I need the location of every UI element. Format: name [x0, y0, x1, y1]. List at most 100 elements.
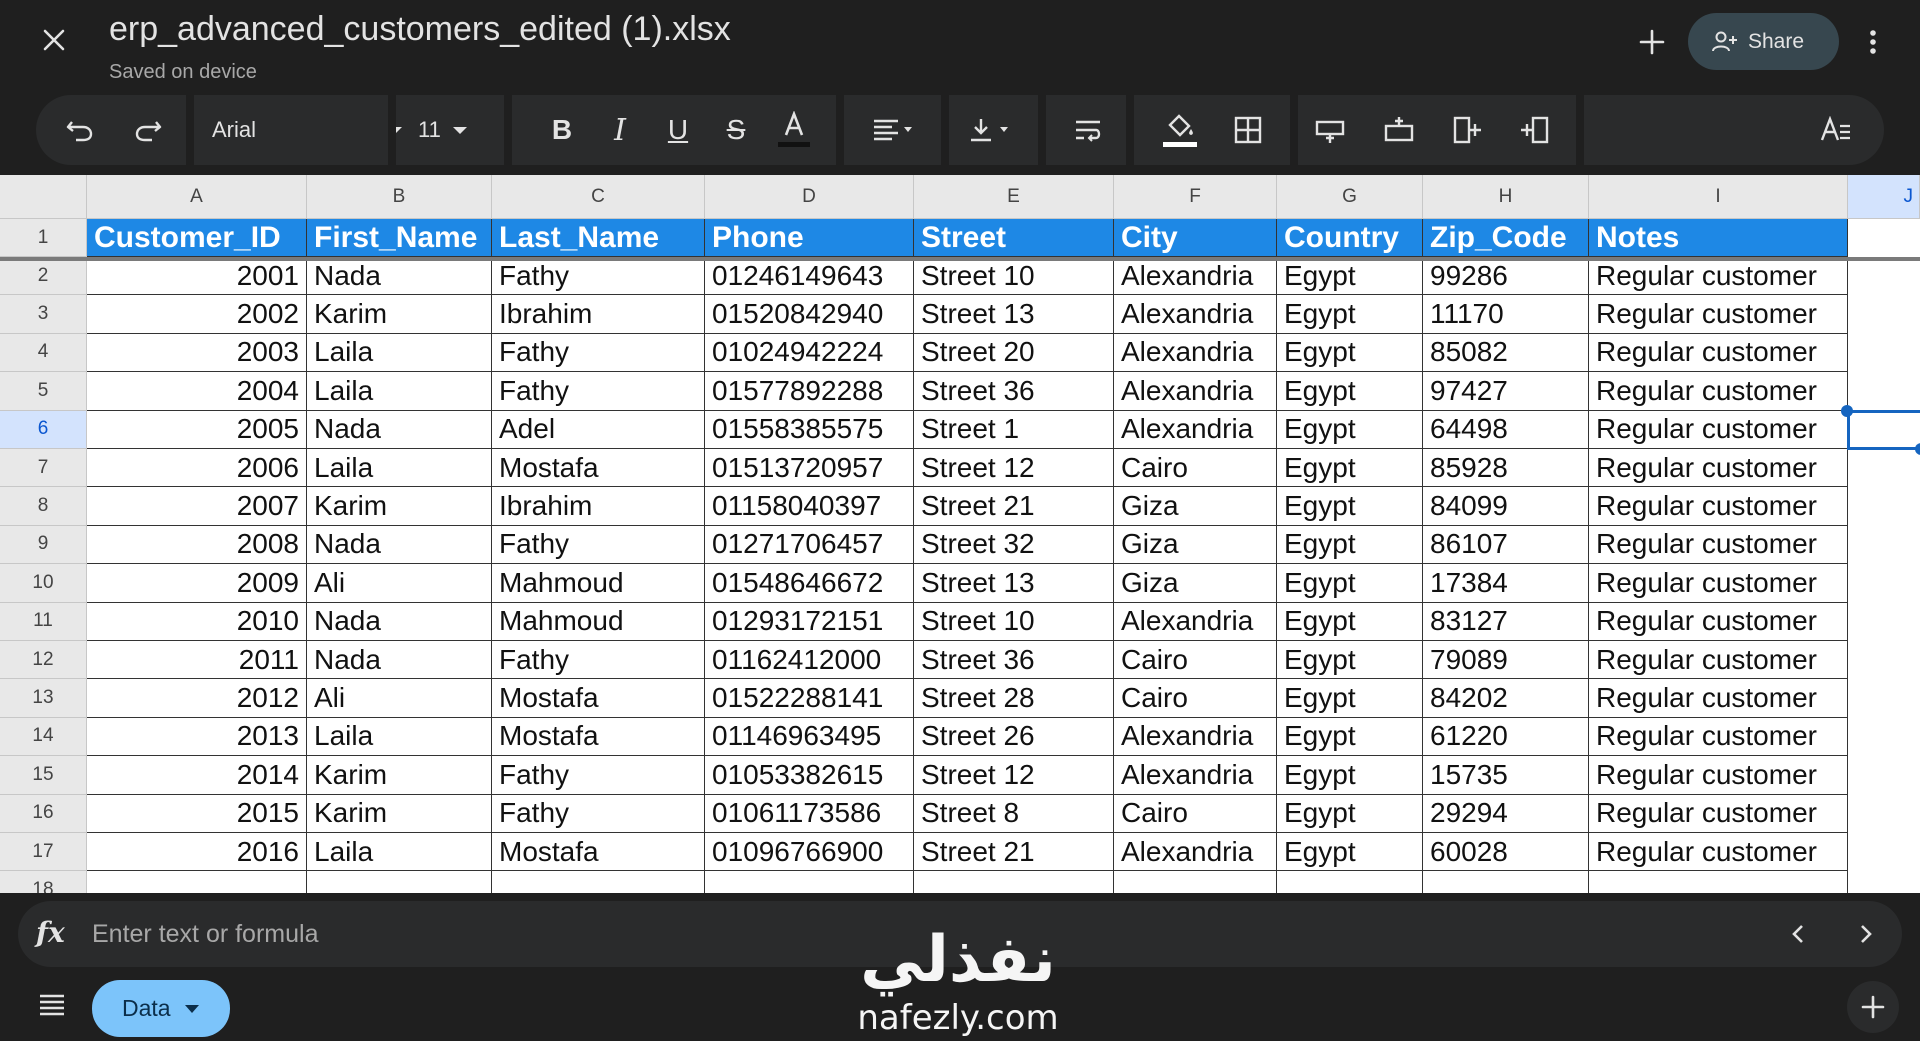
- table-cell[interactable]: Regular customer: [1589, 295, 1848, 334]
- table-cell[interactable]: Laila: [307, 449, 492, 488]
- table-cell[interactable]: Regular customer: [1589, 564, 1848, 603]
- table-cell[interactable]: [914, 871, 1114, 893]
- table-cell[interactable]: Giza: [1114, 525, 1277, 565]
- table-cell[interactable]: 01053382615: [705, 756, 914, 795]
- table-cell[interactable]: Alexandria: [1114, 333, 1277, 373]
- text-wrap-button[interactable]: [1062, 105, 1114, 155]
- table-cell[interactable]: Mostafa: [492, 679, 705, 718]
- table-cell[interactable]: 01522288141: [705, 679, 914, 718]
- table-cell[interactable]: Alexandria: [1114, 717, 1277, 757]
- table-cell[interactable]: Nada: [307, 525, 492, 565]
- table-cell[interactable]: Regular customer: [1589, 525, 1848, 565]
- row-header[interactable]: 11: [0, 602, 87, 641]
- underline-button[interactable]: U: [652, 105, 704, 155]
- table-cell[interactable]: Ibrahim: [492, 487, 705, 526]
- next-button[interactable]: [1848, 916, 1884, 952]
- table-cell[interactable]: Fathy: [492, 756, 705, 795]
- table-cell[interactable]: Egypt: [1277, 333, 1423, 373]
- column-header[interactable]: D: [705, 175, 914, 219]
- table-cell[interactable]: Egypt: [1277, 641, 1423, 680]
- table-cell[interactable]: Fathy: [492, 372, 705, 411]
- table-cell[interactable]: Karim: [307, 794, 492, 833]
- row-header[interactable]: 8: [0, 487, 87, 526]
- table-cell[interactable]: Ali: [307, 564, 492, 603]
- row-header[interactable]: 18: [0, 871, 87, 893]
- table-cell[interactable]: Alexandria: [1114, 833, 1277, 872]
- column-header[interactable]: F: [1114, 175, 1277, 219]
- table-cell[interactable]: Laila: [307, 333, 492, 373]
- table-cell[interactable]: 2005: [87, 410, 307, 449]
- table-cell[interactable]: Karim: [307, 756, 492, 795]
- text-color-button[interactable]: [768, 105, 820, 155]
- table-cell[interactable]: [492, 871, 705, 893]
- table-cell[interactable]: 29294: [1423, 794, 1589, 833]
- table-cell[interactable]: 60028: [1423, 833, 1589, 872]
- column-header[interactable]: G: [1277, 175, 1423, 219]
- table-cell[interactable]: [1114, 871, 1277, 893]
- row-header[interactable]: 6: [0, 410, 87, 449]
- table-cell[interactable]: 97427: [1423, 372, 1589, 411]
- table-cell[interactable]: Nada: [307, 641, 492, 680]
- table-cell[interactable]: Fathy: [492, 525, 705, 565]
- table-cell[interactable]: [705, 871, 914, 893]
- row-header[interactable]: 16: [0, 794, 87, 833]
- table-cell[interactable]: Street 1: [914, 410, 1114, 449]
- column-header[interactable]: E: [914, 175, 1114, 219]
- table-cell[interactable]: 01513720957: [705, 449, 914, 488]
- table-cell[interactable]: Street 13: [914, 564, 1114, 603]
- table-cell[interactable]: Alexandria: [1114, 410, 1277, 449]
- table-cell[interactable]: 2006: [87, 449, 307, 488]
- table-cell[interactable]: Street 10: [914, 257, 1114, 296]
- table-cell[interactable]: Regular customer: [1589, 487, 1848, 526]
- share-button[interactable]: Share: [1688, 13, 1839, 70]
- table-cell[interactable]: Egypt: [1277, 794, 1423, 833]
- table-cell[interactable]: Regular customer: [1589, 794, 1848, 833]
- table-cell[interactable]: Street 12: [914, 449, 1114, 488]
- row-header[interactable]: 5: [0, 372, 87, 411]
- table-cell[interactable]: 01271706457: [705, 525, 914, 565]
- fill-color-button[interactable]: [1154, 105, 1206, 155]
- table-cell[interactable]: 01246149643: [705, 257, 914, 296]
- table-cell[interactable]: 61220: [1423, 717, 1589, 757]
- table-cell[interactable]: 84099: [1423, 487, 1589, 526]
- row-header[interactable]: 9: [0, 525, 87, 565]
- header-cell[interactable]: Country: [1277, 219, 1423, 257]
- table-cell[interactable]: Alexandria: [1114, 756, 1277, 795]
- table-cell[interactable]: Egypt: [1277, 602, 1423, 641]
- table-cell[interactable]: 2013: [87, 717, 307, 757]
- table-cell[interactable]: [1589, 871, 1848, 893]
- italic-button[interactable]: I: [594, 105, 646, 155]
- table-cell[interactable]: Egypt: [1277, 833, 1423, 872]
- table-cell[interactable]: Nada: [307, 602, 492, 641]
- format-text-button[interactable]: [1810, 105, 1862, 155]
- table-cell[interactable]: 2016: [87, 833, 307, 872]
- table-cell[interactable]: Adel: [492, 410, 705, 449]
- table-cell[interactable]: Regular customer: [1589, 449, 1848, 488]
- table-cell[interactable]: Mahmoud: [492, 602, 705, 641]
- strikethrough-button[interactable]: S: [710, 105, 762, 155]
- table-cell[interactable]: Regular customer: [1589, 602, 1848, 641]
- table-cell[interactable]: Giza: [1114, 564, 1277, 603]
- table-cell[interactable]: Alexandria: [1114, 295, 1277, 334]
- borders-button[interactable]: [1222, 105, 1274, 155]
- table-cell[interactable]: Alexandria: [1114, 372, 1277, 411]
- redo-button[interactable]: [122, 105, 174, 155]
- table-cell[interactable]: Street 20: [914, 333, 1114, 373]
- table-cell[interactable]: Cairo: [1114, 794, 1277, 833]
- row-header[interactable]: 10: [0, 564, 87, 603]
- table-cell[interactable]: Laila: [307, 717, 492, 757]
- table-cell[interactable]: Street 26: [914, 717, 1114, 757]
- table-cell[interactable]: Alexandria: [1114, 257, 1277, 296]
- table-cell[interactable]: Cairo: [1114, 641, 1277, 680]
- table-cell[interactable]: 01146963495: [705, 717, 914, 757]
- insert-row-above-button[interactable]: [1304, 105, 1356, 155]
- table-cell[interactable]: 84202: [1423, 679, 1589, 718]
- insert-row-below-button[interactable]: [1373, 105, 1425, 155]
- table-cell[interactable]: Street 13: [914, 295, 1114, 334]
- table-cell[interactable]: 2011: [87, 641, 307, 680]
- table-cell[interactable]: 01520842940: [705, 295, 914, 334]
- table-cell[interactable]: 99286: [1423, 257, 1589, 296]
- table-cell[interactable]: 2012: [87, 679, 307, 718]
- table-cell[interactable]: Mahmoud: [492, 564, 705, 603]
- row-header[interactable]: 12: [0, 641, 87, 680]
